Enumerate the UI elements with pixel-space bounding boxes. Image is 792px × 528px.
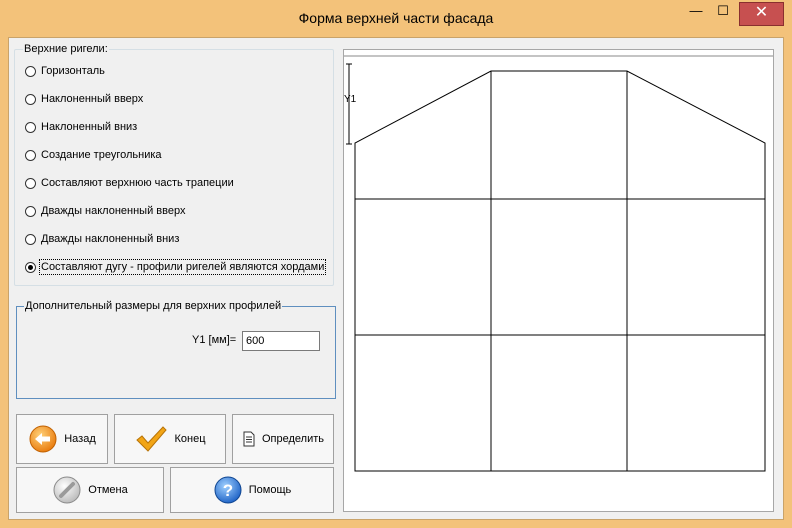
close-button[interactable]: ✕: [739, 2, 784, 26]
svg-text:?: ?: [223, 481, 233, 500]
define-button[interactable]: Определить: [232, 414, 334, 464]
back-button-label: Назад: [64, 433, 96, 445]
cancel-disc-icon: [53, 476, 81, 504]
upper-crossbars-legend: Верхние ригели:: [23, 43, 109, 55]
y1-input[interactable]: [242, 331, 320, 351]
finish-button-label: Конец: [174, 433, 206, 445]
radio-option-label: Составляют дугу - профили ригелей являют…: [38, 259, 327, 275]
maximize-icon: ☐: [717, 3, 729, 18]
radio-option-label: Наклоненный вверх: [41, 93, 144, 105]
help-icon: ?: [214, 476, 242, 504]
title-bar: Форма верхней части фасада — ☐ ✕: [0, 0, 792, 37]
y1-label: Y1 [мм]=: [192, 334, 237, 346]
additional-sizes-legend: Дополнительный размеры для верхних профи…: [24, 300, 283, 312]
radio-button[interactable]: [25, 93, 36, 105]
additional-sizes-group: [16, 306, 336, 399]
help-button[interactable]: ? Помощь: [170, 467, 334, 513]
radio-option[interactable]: Горизонталь: [25, 62, 105, 80]
radio-option-label: Дважды наклоненный вверх: [41, 205, 186, 217]
window-title: Форма верхней части фасада: [298, 10, 494, 26]
radio-button[interactable]: [25, 121, 36, 133]
minimize-icon: —: [689, 3, 703, 18]
cancel-button-label: Отмена: [88, 484, 128, 496]
define-button-label: Определить: [261, 433, 324, 445]
facade-preview-canvas: Y1: [343, 49, 774, 512]
radio-button[interactable]: [25, 149, 36, 161]
radio-option-label: Создание треугольника: [41, 149, 162, 161]
document-icon: [243, 431, 255, 447]
radio-option-label: Дважды наклоненный вниз: [41, 233, 180, 245]
y1-dimension-label: Y1: [344, 94, 357, 105]
checkmark-icon: [136, 426, 168, 452]
finish-button[interactable]: Конец: [114, 414, 226, 464]
radio-option[interactable]: Дважды наклоненный вниз: [25, 230, 179, 248]
radio-option[interactable]: Составляют верхнюю часть трапеции: [25, 174, 234, 192]
radio-button[interactable]: [25, 233, 36, 245]
cancel-button[interactable]: Отмена: [16, 467, 164, 513]
facade-drawing: Y1: [344, 55, 773, 472]
minimize-button[interactable]: —: [683, 0, 709, 24]
close-icon: ✕: [754, 4, 769, 21]
maximize-button[interactable]: ☐: [709, 0, 737, 24]
radio-option[interactable]: Создание треугольника: [25, 146, 162, 164]
radio-button[interactable]: [25, 261, 36, 273]
back-button[interactable]: Назад: [16, 414, 108, 464]
upper-crossbars-group: [14, 49, 334, 286]
radio-button[interactable]: [25, 65, 36, 77]
radio-option[interactable]: Наклоненный вниз: [25, 118, 137, 136]
radio-button[interactable]: [25, 177, 36, 189]
radio-option-label: Горизонталь: [41, 65, 105, 77]
radio-option[interactable]: Наклоненный вверх: [25, 90, 143, 108]
radio-option[interactable]: Дважды наклоненный вверх: [25, 202, 185, 220]
radio-button[interactable]: [25, 205, 36, 217]
radio-option[interactable]: Составляют дугу - профили ригелей являют…: [25, 258, 327, 276]
arrow-left-icon: [29, 425, 57, 453]
help-button-label: Помощь: [248, 484, 292, 496]
radio-option-label: Составляют верхнюю часть трапеции: [41, 177, 234, 189]
facade-outline: [354, 70, 766, 472]
radio-option-label: Наклоненный вниз: [41, 121, 138, 133]
